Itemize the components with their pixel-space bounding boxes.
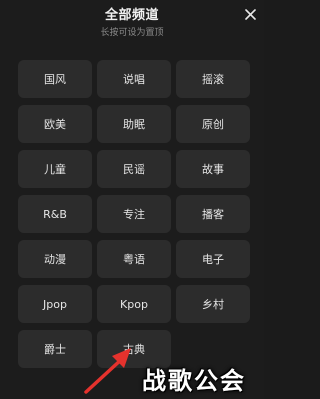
channel-electronic[interactable]: 电子 — [176, 240, 250, 278]
close-button[interactable] — [242, 6, 258, 22]
channel-kpop[interactable]: Kpop — [97, 285, 171, 323]
channel-folk[interactable]: 民谣 — [97, 150, 171, 188]
channel-sheet: 全部频道 长按可设为置顶 国风 说唱 摇滚 欧美 助眠 原创 儿童 民谣 故事 … — [0, 0, 264, 399]
channel-rnb[interactable]: R&B — [18, 195, 92, 233]
channel-cantonese[interactable]: 粤语 — [97, 240, 171, 278]
channel-country[interactable]: 乡村 — [176, 285, 250, 323]
channel-western[interactable]: 欧美 — [18, 105, 92, 143]
channel-rock[interactable]: 摇滚 — [176, 60, 250, 98]
close-icon — [244, 8, 256, 20]
page-subtitle: 长按可设为置顶 — [100, 28, 164, 38]
channel-jazz[interactable]: 爵士 — [18, 330, 92, 368]
channel-anime[interactable]: 动漫 — [18, 240, 92, 278]
channel-grid: 国风 说唱 摇滚 欧美 助眠 原创 儿童 民谣 故事 R&B 专注 播客 动漫 … — [18, 60, 250, 368]
channel-podcast[interactable]: 播客 — [176, 195, 250, 233]
channel-rap[interactable]: 说唱 — [97, 60, 171, 98]
channel-focus[interactable]: 专注 — [97, 195, 171, 233]
channel-children[interactable]: 儿童 — [18, 150, 92, 188]
channel-original[interactable]: 原创 — [176, 105, 250, 143]
channel-jpop[interactable]: Jpop — [18, 285, 92, 323]
channel-guofeng[interactable]: 国风 — [18, 60, 92, 98]
channel-sleep[interactable]: 助眠 — [97, 105, 171, 143]
watermark-text: 战歌公会 — [142, 366, 246, 395]
page-title: 全部频道 — [104, 8, 159, 23]
watermark-logo: 战歌公会 — [130, 361, 258, 395]
channel-story[interactable]: 故事 — [176, 150, 250, 188]
